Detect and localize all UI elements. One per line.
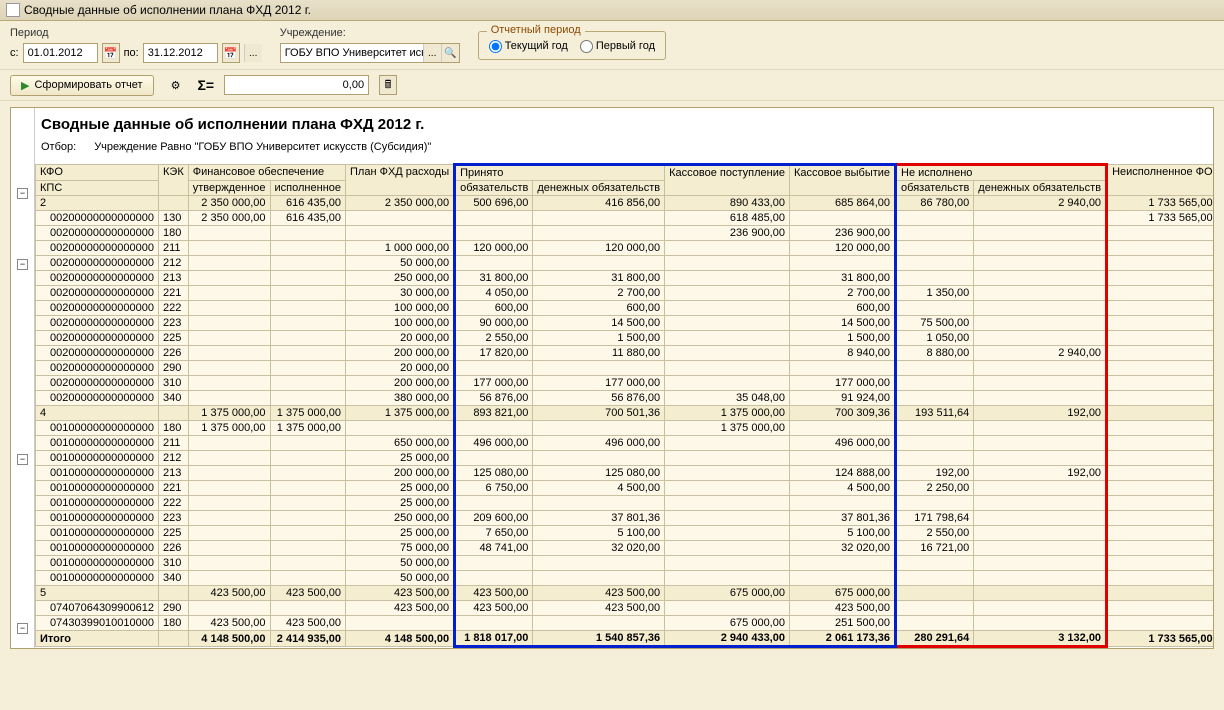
th-cashin: Кассовое поступление <box>665 165 790 196</box>
window-title: Сводные данные об исполнении плана ФХД 2… <box>24 3 311 17</box>
table-row: 0010000000000000022125 000,006 750,004 5… <box>36 481 1214 496</box>
filter-text: Учреждение Равно "ГОБУ ВПО Университет и… <box>94 141 431 153</box>
th-moneyoblig: денежных обязательств <box>533 181 665 196</box>
table-row: 002000000000000002111 000 000,00120 000,… <box>36 241 1214 256</box>
th-cashout: Кассовое выбытие <box>789 165 895 196</box>
th-fin: Финансовое обеспечение <box>188 165 345 181</box>
outline-column: − − − − <box>11 108 35 648</box>
report-period-group: Отчетный период Текущий год Первый год <box>478 31 666 60</box>
totals-row: Итого 4 148 500,00 2 414 935,00 4 148 50… <box>36 631 1214 647</box>
period-label: Период <box>10 27 262 39</box>
form-report-button[interactable]: ▶ Сформировать отчет <box>10 75 154 96</box>
from-label: с: <box>10 47 19 59</box>
radio-first-year[interactable]: Первый год <box>580 40 655 53</box>
table-row: 00200000000000000340380 000,0056 876,005… <box>36 391 1214 406</box>
th-accepted: Принято <box>455 165 665 181</box>
date-from-input[interactable] <box>23 43 98 63</box>
table-row: 001000000000000001801 375 000,001 375 00… <box>36 421 1214 436</box>
table-row: 0010000000000000031050 000,00 <box>36 556 1214 571</box>
to-label: по: <box>124 47 139 59</box>
table-row: 0010000000000000034050 000,00 <box>36 571 1214 586</box>
settings-icon-button[interactable]: ⚙ <box>164 74 188 96</box>
report-period-legend: Отчетный период <box>487 24 585 36</box>
outline-collapse-button[interactable]: − <box>17 454 28 465</box>
report-title: Сводные данные об исполнении плана ФХД 2… <box>35 108 1213 137</box>
table-row: 00100000000000000211650 000,00496 000,00… <box>36 436 1214 451</box>
table-row: 0020000000000000029020 000,00 <box>36 361 1214 376</box>
sum-calc-icon[interactable]: 🖩 <box>379 75 397 95</box>
org-dropdown[interactable]: ГОБУ ВПО Университет искусс... ... 🔍 <box>280 43 460 63</box>
th-oblig: обязательств <box>455 181 533 196</box>
org-label: Учреждение: <box>280 27 460 39</box>
table-row: 00200000000000000222100 000,00600,00600,… <box>36 301 1214 316</box>
sigma-label: Σ= <box>198 77 215 93</box>
th-executed: исполненное <box>270 181 345 196</box>
table-row: 0010000000000000022225 000,00 <box>36 496 1214 511</box>
table-row: 00200000000000000223100 000,0090 000,001… <box>36 316 1214 331</box>
play-icon: ▶ <box>21 79 29 92</box>
table-row: 00100000000000000223250 000,00209 600,00… <box>36 511 1214 526</box>
params-bar: Период с: 📅 по: 📅 ... Учреждение: ГОБУ В… <box>0 21 1224 69</box>
date-to-input[interactable] <box>143 43 218 63</box>
th-ne-oblig: обязательств <box>896 181 974 196</box>
th-kfo: КФО <box>36 165 159 181</box>
filter-row: Отбор: Учреждение Равно "ГОБУ ВПО Универ… <box>35 137 1213 163</box>
window-icon <box>6 3 20 17</box>
table-row: 00200000000000000213250 000,0031 800,003… <box>36 271 1214 286</box>
table-row: 07430399010010000180423 500,00423 500,00… <box>36 616 1214 631</box>
th-approved: утвержденное <box>188 181 270 196</box>
th-notexec: Не исполнено <box>896 165 1107 181</box>
date-from-calendar-icon[interactable]: 📅 <box>102 43 120 63</box>
th-kek: КЭК <box>159 165 189 196</box>
table-row: 0010000000000000021225 000,00 <box>36 451 1214 466</box>
data-table: КФО КЭК Финансовое обеспечение План ФХД … <box>35 163 1213 648</box>
table-row: 22 350 000,00616 435,002 350 000,00500 6… <box>36 196 1214 211</box>
th-ne-moneyoblig: денежных обязательств <box>974 181 1107 196</box>
table-row: 00200000000000000226200 000,0017 820,001… <box>36 346 1214 361</box>
action-bar: ▶ Сформировать отчет ⚙ Σ= 🖩 <box>0 69 1224 101</box>
table-row: 0020000000000000022520 000,002 550,001 5… <box>36 331 1214 346</box>
th-ufo: Неисполненное ФО <box>1107 165 1213 196</box>
radio-current-year[interactable]: Текущий год <box>489 40 568 53</box>
outline-collapse-button[interactable]: − <box>17 259 28 270</box>
table-row: 0020000000000000021250 000,00 <box>36 256 1214 271</box>
outline-collapse-button[interactable]: − <box>17 623 28 634</box>
period-picker-button[interactable]: ... <box>244 44 262 62</box>
outline-collapse-button[interactable]: − <box>17 188 28 199</box>
table-row: 00200000000000000310200 000,00177 000,00… <box>36 376 1214 391</box>
table-row: 002000000000000001302 350 000,00616 435,… <box>36 211 1214 226</box>
table-row: 00100000000000000213200 000,00125 080,00… <box>36 466 1214 481</box>
table-row: 0020000000000000022130 000,004 050,002 7… <box>36 286 1214 301</box>
org-value: ГОБУ ВПО Университет искусс... <box>281 47 423 59</box>
org-select-button[interactable]: ... <box>423 44 441 62</box>
filter-label: Отбор: <box>41 141 76 153</box>
table-row: 0010000000000000022675 000,0048 741,0032… <box>36 541 1214 556</box>
table-row: 0010000000000000022525 000,007 650,005 1… <box>36 526 1214 541</box>
table-row: 5423 500,00423 500,00423 500,00423 500,0… <box>36 586 1214 601</box>
window-titlebar: Сводные данные об исполнении плана ФХД 2… <box>0 0 1224 21</box>
report-area: − − − − Сводные данные об исполнении пла… <box>10 107 1214 649</box>
table-row: 00200000000000000180236 900,00236 900,00 <box>36 226 1214 241</box>
th-kps: КПС <box>36 181 159 196</box>
date-to-calendar-icon[interactable]: 📅 <box>222 43 240 63</box>
sum-input[interactable] <box>224 75 369 95</box>
table-row: 41 375 000,001 375 000,001 375 000,00893… <box>36 406 1214 421</box>
org-open-button[interactable]: 🔍 <box>441 44 459 62</box>
table-row: 07407064309900612290423 500,00423 500,00… <box>36 601 1214 616</box>
th-plan: План ФХД расходы <box>346 165 455 196</box>
